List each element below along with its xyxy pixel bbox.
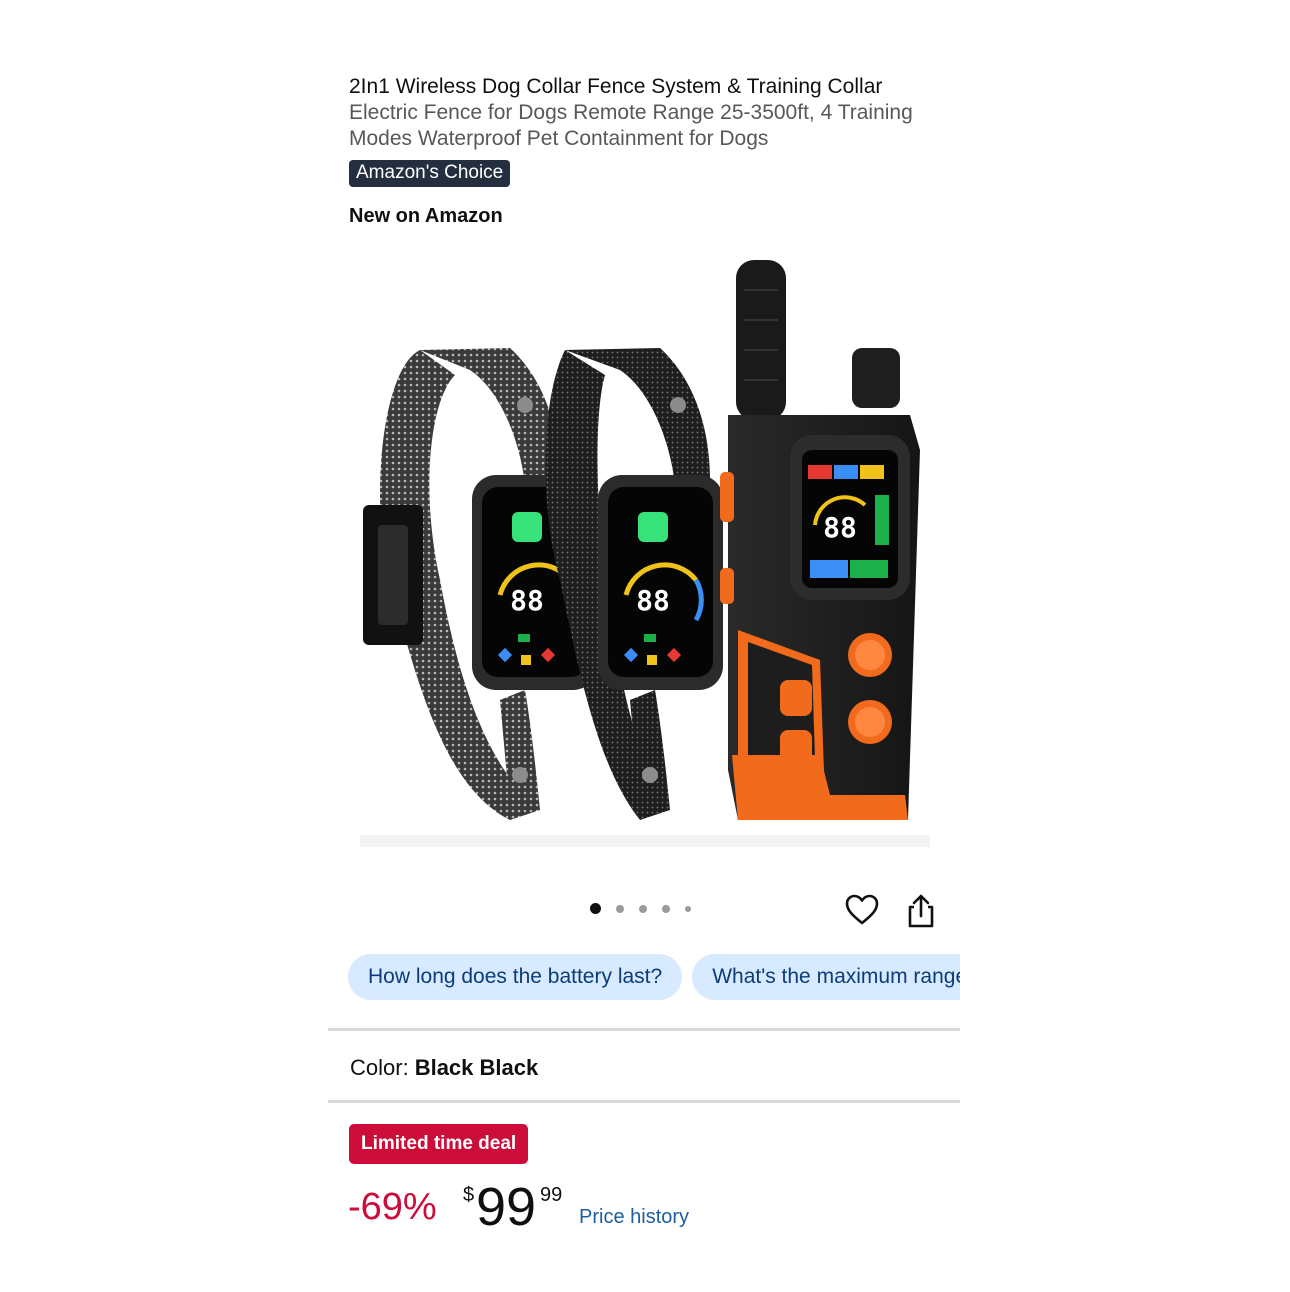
- share-icon[interactable]: [904, 893, 938, 929]
- price-cents: 99: [540, 1184, 563, 1206]
- pagination-dot-3[interactable]: [639, 904, 647, 913]
- collar-left-digits: 88: [510, 584, 544, 617]
- color-selector[interactable]: Color: Black Black: [350, 1055, 538, 1081]
- question-chip-battery[interactable]: How long does the battery last?: [348, 954, 683, 1000]
- suggested-questions: How long does the battery last? What's th…: [348, 954, 960, 1002]
- price-history-link[interactable]: Price history: [579, 1206, 689, 1229]
- heart-icon[interactable]: [844, 892, 880, 928]
- color-label: Color:: [350, 1055, 409, 1080]
- amazons-choice-badge: Amazon's Choice: [349, 160, 511, 187]
- product-title-details: Electric Fence for Dogs Remote Range 25-…: [349, 101, 913, 150]
- product-image[interactable]: 88 88 88: [360, 250, 930, 850]
- product-page: 2In1 Wireless Dog Collar Fence System & …: [328, 0, 960, 1292]
- color-value: Black Black: [414, 1055, 539, 1080]
- collar-right: 88: [545, 348, 723, 820]
- pagination-dot-5[interactable]: [685, 905, 691, 912]
- pagination-dot-4[interactable]: [662, 904, 670, 913]
- remote-transmitter: 88: [720, 260, 920, 820]
- new-on-amazon-label: New on Amazon: [349, 205, 503, 227]
- limited-time-deal-badge: Limited time deal: [349, 1124, 529, 1164]
- divider: [328, 1028, 960, 1031]
- product-title-main: 2In1 Wireless Dog Collar Fence System & …: [349, 75, 883, 98]
- price-whole: 99: [476, 1177, 537, 1237]
- question-chip-range[interactable]: What's the maximum range?: [692, 954, 960, 1000]
- image-pagination[interactable]: [590, 903, 706, 914]
- divider: [328, 1100, 960, 1103]
- product-title[interactable]: 2In1 Wireless Dog Collar Fence System & …: [349, 74, 949, 152]
- pagination-dot-1[interactable]: [590, 903, 601, 914]
- remote-digits: 88: [823, 511, 857, 544]
- price-currency: $: [463, 1184, 475, 1206]
- collar-right-digits: 88: [636, 584, 670, 617]
- discount-percent: -69%: [348, 1186, 437, 1228]
- pagination-dot-2[interactable]: [616, 904, 624, 913]
